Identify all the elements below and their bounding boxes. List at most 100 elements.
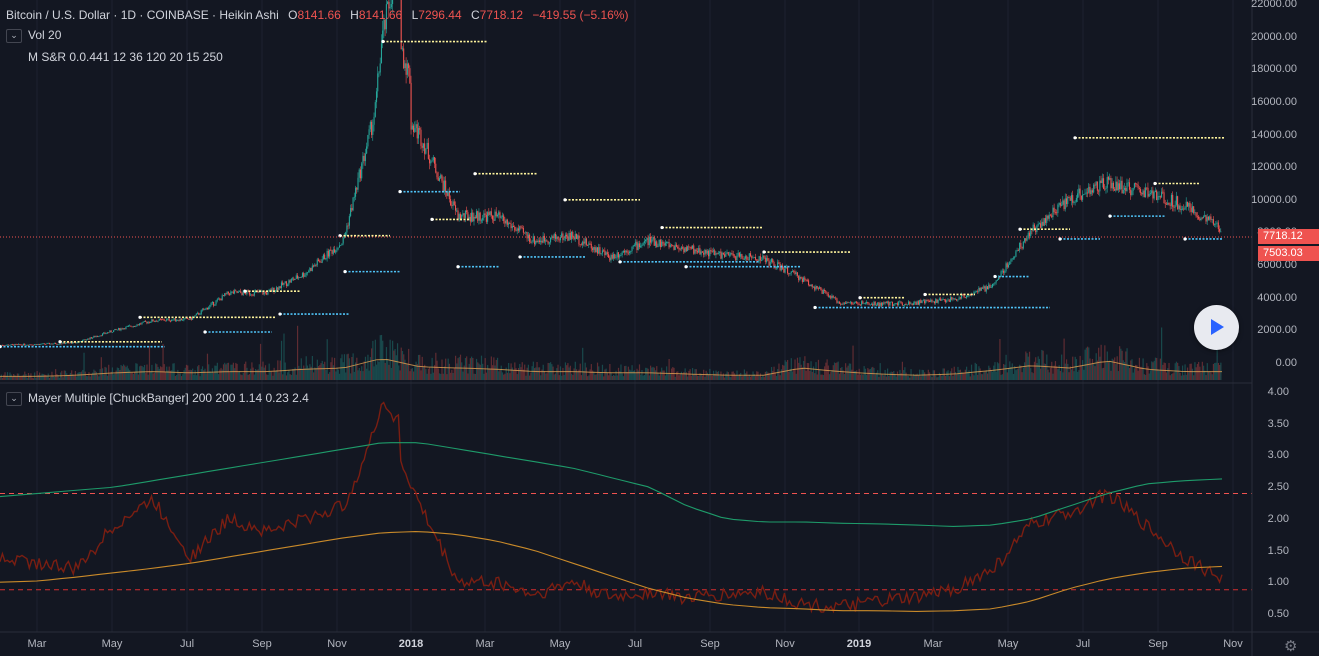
candle-body [1173, 206, 1175, 208]
volume-bar [229, 372, 231, 380]
volume-bar [440, 373, 442, 380]
candle-body [903, 305, 905, 307]
candle-body [119, 328, 121, 331]
volume-bar [137, 374, 139, 380]
volume-bar [546, 373, 548, 380]
candle-body [740, 254, 742, 257]
volume-bar [712, 370, 715, 380]
volume-bar [1114, 357, 1116, 380]
candle-body [931, 299, 933, 302]
volume-bar [10, 374, 12, 380]
candle-body [819, 287, 821, 289]
candle-body [359, 169, 362, 179]
volume-bar [851, 369, 853, 380]
volume-bar [959, 369, 962, 380]
volume-bar [511, 367, 513, 380]
volume-bar [775, 375, 778, 380]
volume-bar [1182, 365, 1184, 380]
volume-bar [683, 371, 685, 380]
volume-bar [737, 376, 739, 380]
candle-body [591, 248, 594, 250]
candle-body [573, 237, 575, 240]
volume-bar [953, 366, 955, 380]
time-axis-label: Mar [923, 638, 943, 650]
candle-body [1141, 192, 1143, 195]
candle-body [478, 212, 480, 221]
volume-bar [538, 367, 541, 380]
candle-body [689, 246, 691, 248]
volume-bar [288, 370, 290, 380]
volume-bar [145, 373, 147, 380]
volume-bar [888, 376, 890, 380]
mayer-legend[interactable]: ⌄ Mayer Multiple [ChuckBanger] 200 200 1.… [6, 391, 309, 406]
volume-bar [246, 367, 248, 380]
volume-bar [721, 375, 723, 380]
volume-bar [788, 371, 790, 380]
candle-body [377, 73, 379, 92]
candle-body [1100, 180, 1102, 184]
candle-body [362, 155, 364, 164]
chart-canvas[interactable] [0, 0, 1319, 656]
volume-bar [1143, 374, 1145, 380]
symbol-legend[interactable]: Bitcoin / U.S. Dollar · 1D · COINBASE · … [6, 8, 628, 22]
candle-body [380, 43, 383, 64]
volume-bar [221, 369, 223, 380]
msr-legend[interactable]: M S&R 0.0.441 12 36 120 20 15 250 [28, 50, 223, 64]
volume-bar [600, 372, 602, 380]
candle-body [373, 116, 375, 125]
volume-bar [525, 375, 527, 380]
volume-bar [793, 368, 795, 380]
volume-bar [554, 373, 557, 380]
vol-collapse-button[interactable]: ⌄ [6, 28, 22, 43]
volume-bar [45, 374, 47, 380]
volume-bar [612, 374, 615, 380]
vol-legend[interactable]: ⌄ Vol 20 [6, 28, 61, 43]
candle-body [796, 272, 798, 276]
volume-bar [390, 367, 392, 380]
volume-bar [1069, 366, 1071, 380]
volume-bar [468, 363, 470, 380]
candle-body [1049, 214, 1052, 216]
volume-bar [780, 369, 783, 380]
candle-body [301, 273, 304, 277]
candle-body [229, 293, 231, 295]
volume-bar [94, 370, 96, 380]
volume-bar [326, 339, 328, 380]
candle-body [343, 236, 345, 238]
candle-body [115, 328, 117, 330]
volume-bar [636, 368, 638, 380]
volume-bar [573, 368, 575, 380]
candle-body [231, 291, 233, 293]
candle-body [437, 177, 439, 181]
candle-body [452, 201, 454, 207]
volume-bar [140, 365, 142, 380]
candle-body [1169, 204, 1171, 206]
replay-play-button[interactable] [1194, 305, 1239, 350]
volume-bar [305, 356, 307, 380]
volume-bar [526, 367, 528, 380]
volume-bar [116, 367, 118, 380]
volume-bar [108, 364, 110, 380]
candle-body [731, 253, 733, 254]
candle-body [790, 271, 792, 274]
volume-bar [571, 373, 573, 380]
candle-body [952, 298, 954, 300]
volume-bar [1030, 368, 1032, 380]
candle-body [965, 296, 968, 298]
volume-bar [1127, 365, 1129, 380]
candle-body [64, 343, 67, 345]
volume-bar [419, 354, 421, 380]
volume-bar [661, 367, 663, 380]
candle-body [559, 237, 561, 241]
volume-bar [58, 377, 60, 380]
volume-bar [69, 372, 72, 380]
volume-bar [205, 373, 207, 380]
candle-body [68, 342, 70, 344]
time-axis-label: Jul [1075, 638, 1091, 650]
mayer-collapse-button[interactable]: ⌄ [6, 391, 22, 406]
settings-gear-icon[interactable]: ⚙ [1284, 639, 1297, 654]
volume-bar [166, 366, 168, 380]
volume-bar [530, 372, 532, 380]
volume-bar [801, 367, 804, 380]
volume-bar [814, 373, 816, 380]
